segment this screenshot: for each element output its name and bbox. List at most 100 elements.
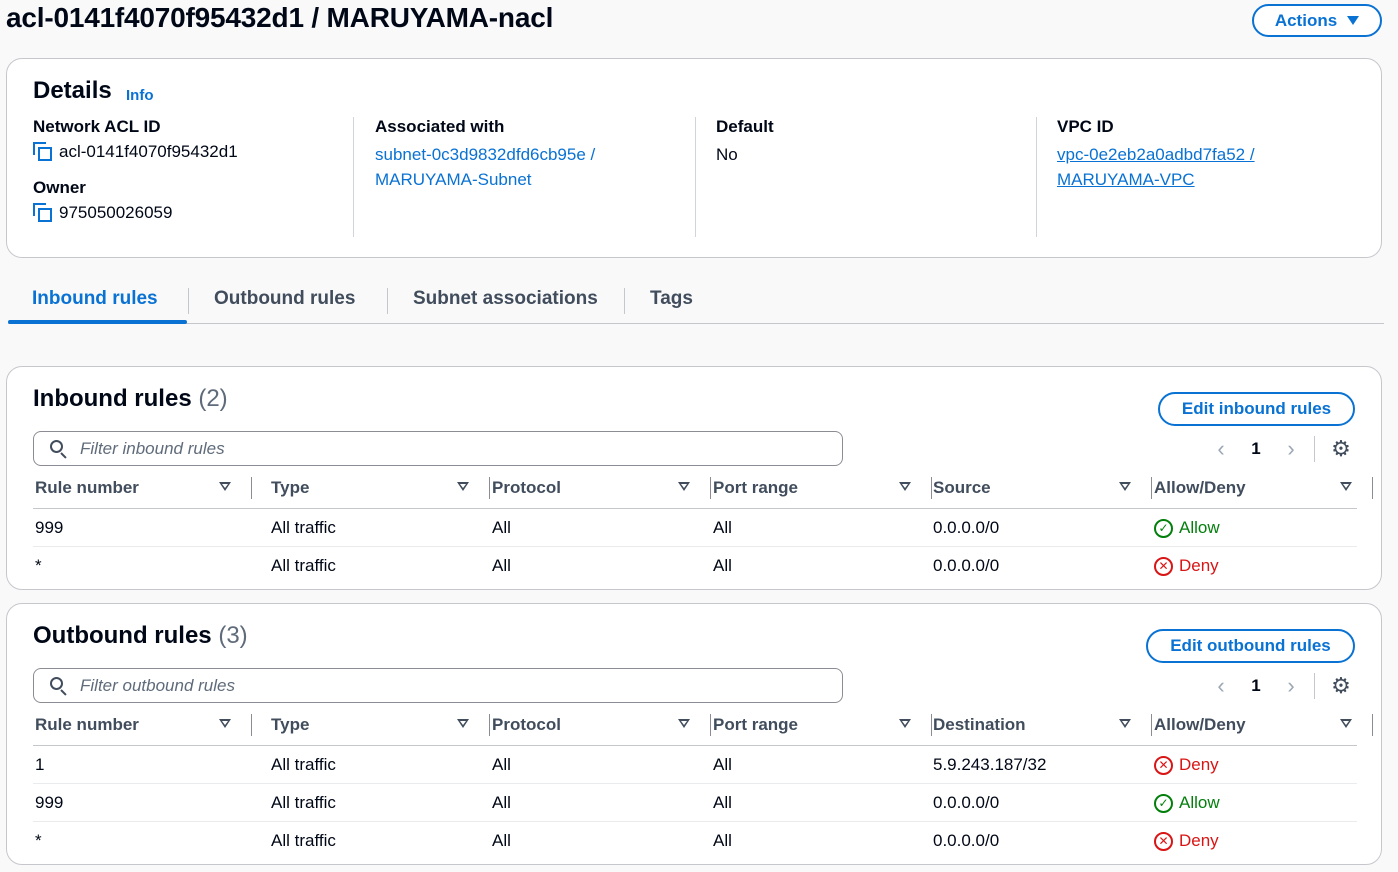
vpc-id-label: VPC ID xyxy=(1057,117,1114,136)
column-resizer[interactable] xyxy=(1151,714,1152,736)
inbound-filter[interactable] xyxy=(33,431,843,466)
sort-caret-icon[interactable] xyxy=(678,482,690,491)
outbound-filter[interactable] xyxy=(33,668,843,703)
page-number[interactable]: 1 xyxy=(1236,676,1276,696)
tab-tags[interactable]: Tags xyxy=(650,288,693,310)
cell-address: 5.9.243.187/32 xyxy=(933,755,1047,774)
details-col-associated: Associated with subnet-0c3d9832dfd6cb95e… xyxy=(375,117,595,237)
outbound-rules-table: Rule number Type Protocol Port range Destina… xyxy=(33,710,1373,860)
copy-icon[interactable] xyxy=(33,142,53,162)
chevron-left-icon[interactable]: ‹ xyxy=(1206,672,1236,700)
chevron-right-icon[interactable]: › xyxy=(1276,435,1306,463)
sort-caret-icon[interactable] xyxy=(219,482,231,491)
column-resizer[interactable] xyxy=(710,477,711,499)
column-resizer[interactable] xyxy=(1151,477,1152,499)
edit-inbound-rules-button[interactable]: Edit inbound rules xyxy=(1158,392,1355,426)
column-resizer[interactable] xyxy=(931,714,932,736)
check-circle-icon: ✓ xyxy=(1154,518,1173,538)
info-link[interactable]: Info xyxy=(126,87,154,104)
chevron-right-icon[interactable]: › xyxy=(1276,672,1306,700)
x-circle-icon: ✕ xyxy=(1154,831,1173,851)
column-header-protocol[interactable]: Protocol xyxy=(492,715,561,735)
deny-status: ✕ Deny xyxy=(1154,831,1219,851)
cell-address: 0.0.0.0/0 xyxy=(933,793,1000,812)
table-header: Rule number Type Protocol Port range Source A… xyxy=(33,473,1373,509)
column-divider xyxy=(695,117,696,237)
cell-rule-number: * xyxy=(35,556,42,575)
details-panel: Details Info Network ACL ID acl-0141f407… xyxy=(6,58,1382,258)
column-header-type[interactable]: Type xyxy=(271,478,309,498)
edit-outbound-rules-button[interactable]: Edit outbound rules xyxy=(1146,629,1355,663)
column-resizer[interactable] xyxy=(489,477,490,499)
actions-button[interactable]: Actions xyxy=(1252,4,1382,37)
inbound-rules-count: (2) xyxy=(198,385,228,412)
sort-caret-icon[interactable] xyxy=(457,719,469,728)
cell-rule-number: 999 xyxy=(35,793,64,812)
column-divider xyxy=(1036,117,1037,237)
cell-port-range: All xyxy=(713,556,732,575)
sort-caret-icon[interactable] xyxy=(899,482,911,491)
outbound-pagination: ‹ 1 › ⚙ xyxy=(1206,672,1355,700)
column-header-protocol[interactable]: Protocol xyxy=(492,478,561,498)
cell-type: All traffic xyxy=(271,518,336,537)
cell-protocol: All xyxy=(492,793,511,812)
page-title: acl-0141f4070f95432d1 / MARUYAMA-nacl xyxy=(6,2,554,33)
associated-subnet-id: subnet-0c3d9832dfd6cb95e / xyxy=(375,145,596,164)
deny-status: ✕ Deny xyxy=(1154,556,1219,576)
column-header-allow-deny[interactable]: Allow/Deny xyxy=(1154,715,1246,735)
inbound-filter-input[interactable] xyxy=(80,438,780,459)
cell-type: All traffic xyxy=(271,793,336,812)
vpc-link[interactable]: vpc-0e2eb2a0adbd7fa52 / MARUYAMA-VPC xyxy=(1057,142,1255,192)
sort-caret-icon[interactable] xyxy=(1340,482,1352,491)
page-number[interactable]: 1 xyxy=(1236,439,1276,459)
column-resizer[interactable] xyxy=(931,477,932,499)
cell-protocol: All xyxy=(492,556,511,575)
column-header-rule-number[interactable]: Rule number xyxy=(35,715,139,735)
sort-caret-icon[interactable] xyxy=(457,482,469,491)
sort-caret-icon[interactable] xyxy=(219,719,231,728)
network-acl-id: acl-0141f4070f95432d1 xyxy=(59,142,238,161)
gear-icon[interactable]: ⚙ xyxy=(1327,673,1355,699)
column-header-rule-number[interactable]: Rule number xyxy=(35,478,139,498)
tab-outbound-rules[interactable]: Outbound rules xyxy=(214,288,355,310)
default-value: No xyxy=(716,145,738,164)
column-header-port-range[interactable]: Port range xyxy=(713,478,798,498)
sort-caret-icon[interactable] xyxy=(1119,482,1131,491)
chevron-left-icon[interactable]: ‹ xyxy=(1206,435,1236,463)
gear-icon[interactable]: ⚙ xyxy=(1327,436,1355,462)
cell-type: All traffic xyxy=(271,831,336,850)
sort-caret-icon[interactable] xyxy=(678,719,690,728)
outbound-rules-count: (3) xyxy=(218,622,248,649)
column-resizer[interactable] xyxy=(251,714,252,736)
tab-divider xyxy=(387,288,388,314)
associated-subnet-link[interactable]: subnet-0c3d9832dfd6cb95e / MARUYAMA-Subn… xyxy=(375,142,595,192)
owner-label: Owner xyxy=(33,178,86,197)
column-header-address[interactable]: Source xyxy=(933,478,991,498)
cell-protocol: All xyxy=(492,518,511,537)
column-resizer[interactable] xyxy=(251,477,252,499)
table-row: * All traffic All All 0.0.0.0/0 ✕ Deny xyxy=(33,547,1357,585)
column-resizer[interactable] xyxy=(489,714,490,736)
column-divider xyxy=(353,117,354,237)
column-resizer[interactable] xyxy=(710,714,711,736)
column-header-type[interactable]: Type xyxy=(271,715,309,735)
outbound-filter-input[interactable] xyxy=(80,675,780,696)
sort-caret-icon[interactable] xyxy=(899,719,911,728)
sort-caret-icon[interactable] xyxy=(1119,719,1131,728)
cell-rule-number: 1 xyxy=(35,755,45,774)
x-circle-icon: ✕ xyxy=(1154,556,1173,576)
table-row: 1 All traffic All All 5.9.243.187/32 ✕ Deny xyxy=(33,746,1357,784)
cell-rule-number: * xyxy=(35,831,42,850)
column-header-allow-deny[interactable]: Allow/Deny xyxy=(1154,478,1246,498)
tab-inbound-rules[interactable]: Inbound rules xyxy=(32,288,158,310)
copy-icon[interactable] xyxy=(33,203,53,223)
sort-caret-icon[interactable] xyxy=(1340,719,1352,728)
cell-protocol: All xyxy=(492,755,511,774)
cell-address: 0.0.0.0/0 xyxy=(933,518,1000,537)
column-header-port-range[interactable]: Port range xyxy=(713,715,798,735)
column-resizer[interactable] xyxy=(1372,477,1373,499)
active-tab-indicator xyxy=(8,320,187,324)
column-resizer[interactable] xyxy=(1372,714,1373,736)
tab-subnet-associations[interactable]: Subnet associations xyxy=(413,288,598,310)
column-header-address[interactable]: Destination xyxy=(933,715,1026,735)
